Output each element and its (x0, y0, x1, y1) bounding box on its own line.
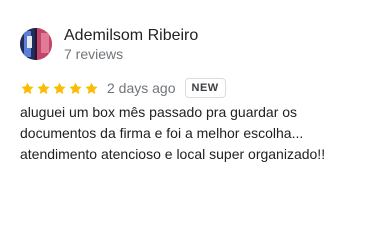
star-icon (69, 82, 82, 94)
avatar[interactable] (20, 28, 52, 60)
star-icon (85, 82, 98, 94)
new-badge: NEW (184, 78, 226, 98)
author-name[interactable]: Ademilsom Ribeiro (64, 26, 198, 46)
rating-row: 2 days ago NEW (20, 77, 226, 99)
star-rating (20, 81, 99, 96)
review-count: 7 reviews (64, 46, 124, 62)
review-card: Ademilsom Ribeiro 7 reviews 2 days ago N… (0, 0, 375, 250)
avatar-image (20, 28, 52, 60)
star-icon (21, 82, 34, 94)
review-text: aluguei um box mês passado pra guardar o… (20, 104, 326, 162)
review-date: 2 days ago (107, 80, 176, 96)
star-icon (37, 82, 50, 94)
star-icon (53, 82, 66, 94)
